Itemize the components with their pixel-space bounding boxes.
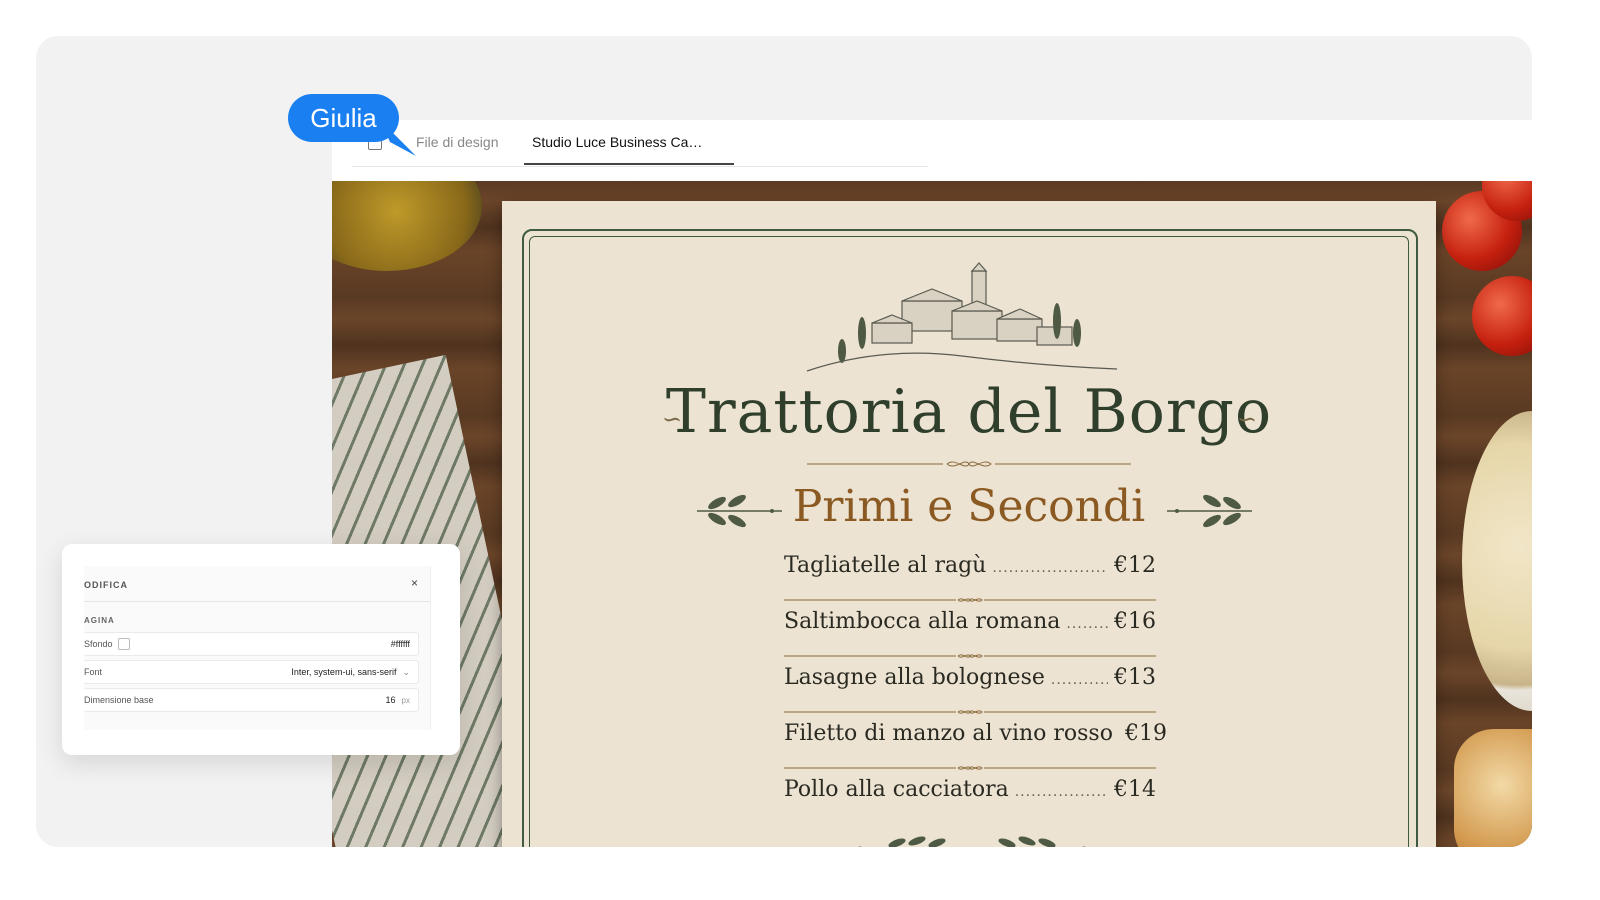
menu-item-price: €12: [1114, 553, 1156, 578]
base-size-value: 16: [385, 695, 396, 705]
font-select[interactable]: Inter, system-ui, sans-serif ⌄: [291, 667, 410, 678]
chevron-down-icon: ⌄: [402, 667, 410, 677]
dot-leader: [1051, 672, 1108, 688]
menu-item[interactable]: Saltimbocca alla romana €16: [784, 609, 1156, 665]
olive-oil-bottle-image: [332, 181, 482, 271]
font-field[interactable]: Font Inter, system-ui, sans-serif ⌄: [84, 660, 419, 684]
menu-item-name: Saltimbocca alla romana: [784, 609, 1061, 634]
color-swatch[interactable]: [118, 638, 130, 650]
dot-leader: [1015, 784, 1108, 800]
item-separator: [784, 598, 1156, 602]
item-separator: [784, 710, 1156, 714]
bread-image: [1454, 729, 1532, 847]
active-tab-indicator: [524, 163, 734, 165]
tab-bar: File di design Studio Luce Business Ca…: [352, 120, 928, 167]
menu-item[interactable]: Pollo alla cacciatora €14: [784, 777, 1156, 833]
background-label: Sfondo: [84, 639, 113, 649]
menu-title[interactable]: Trattoria del Borgo: [502, 377, 1436, 447]
divider: [84, 601, 430, 602]
base-size-input[interactable]: 16 px: [386, 695, 410, 705]
menu-item-price: €14: [1114, 777, 1156, 802]
tab-active-document[interactable]: Studio Luce Business Ca…: [532, 134, 702, 150]
bowl-image: [1462, 411, 1532, 711]
panel-title: ODIFICA: [84, 580, 128, 590]
base-size-label: Dimensione base: [84, 695, 154, 705]
menu-item-name: Tagliatelle al ragù: [784, 553, 987, 578]
menu-item-price: €13: [1114, 665, 1156, 690]
design-canvas[interactable]: ∽ Trattoria del Borgo ∽ Primi e Secondi …: [332, 181, 1532, 847]
bottom-laurel-ornament: [858, 836, 1086, 847]
background-field[interactable]: Sfondo #ffffff: [84, 632, 419, 656]
item-separator: [784, 654, 1156, 658]
title-divider: [807, 461, 1131, 467]
village-illustration: [806, 262, 1118, 372]
menu-item-name: Pollo alla cacciatora: [784, 777, 1009, 802]
font-value: Inter, system-ui, sans-serif: [291, 667, 397, 677]
menu-item[interactable]: Tagliatelle al ragù €12: [784, 553, 1156, 609]
menu-card[interactable]: ∽ Trattoria del Borgo ∽ Primi e Secondi …: [502, 201, 1436, 847]
background-value[interactable]: #ffffff: [391, 639, 410, 649]
menu-item-name: Lasagne alla bolognese: [784, 665, 1045, 690]
dot-leader: [992, 560, 1108, 576]
design-app: File di design Studio Luce Business Ca…: [332, 120, 1532, 847]
tab-design-files[interactable]: File di design: [416, 134, 499, 150]
menu-item[interactable]: Filetto di manzo al vino rosso €19: [784, 721, 1167, 777]
menu-item-price: €19: [1124, 721, 1167, 746]
menu-section-title[interactable]: Primi e Secondi: [502, 481, 1436, 532]
edit-panel-body: ODIFICA × AGINA Sfondo #ffffff Font Inte…: [84, 566, 431, 730]
menu-item[interactable]: Lasagne alla bolognese €13: [784, 665, 1156, 721]
menu-item-name: Filetto di manzo al vino rosso: [784, 721, 1113, 746]
item-separator: [784, 766, 1156, 770]
base-size-field[interactable]: Dimensione base 16 px: [84, 688, 419, 712]
unit-label: px: [401, 696, 410, 705]
panel-section-title: AGINA: [84, 616, 115, 625]
menu-item-price: €16: [1114, 609, 1156, 634]
collaborator-cursor-icon: [380, 120, 416, 156]
edit-panel: ODIFICA × AGINA Sfondo #ffffff Font Inte…: [62, 544, 460, 755]
laurel-right-icon: [1167, 494, 1252, 528]
title-flourish-right: ∽: [1237, 405, 1258, 433]
tomato-image: [1472, 276, 1532, 356]
font-label: Font: [84, 667, 103, 677]
dot-leader: [1066, 616, 1108, 632]
close-icon[interactable]: ×: [411, 576, 418, 590]
menu-items: Tagliatelle al ragù €12 Saltimbocca alla…: [784, 553, 1167, 833]
